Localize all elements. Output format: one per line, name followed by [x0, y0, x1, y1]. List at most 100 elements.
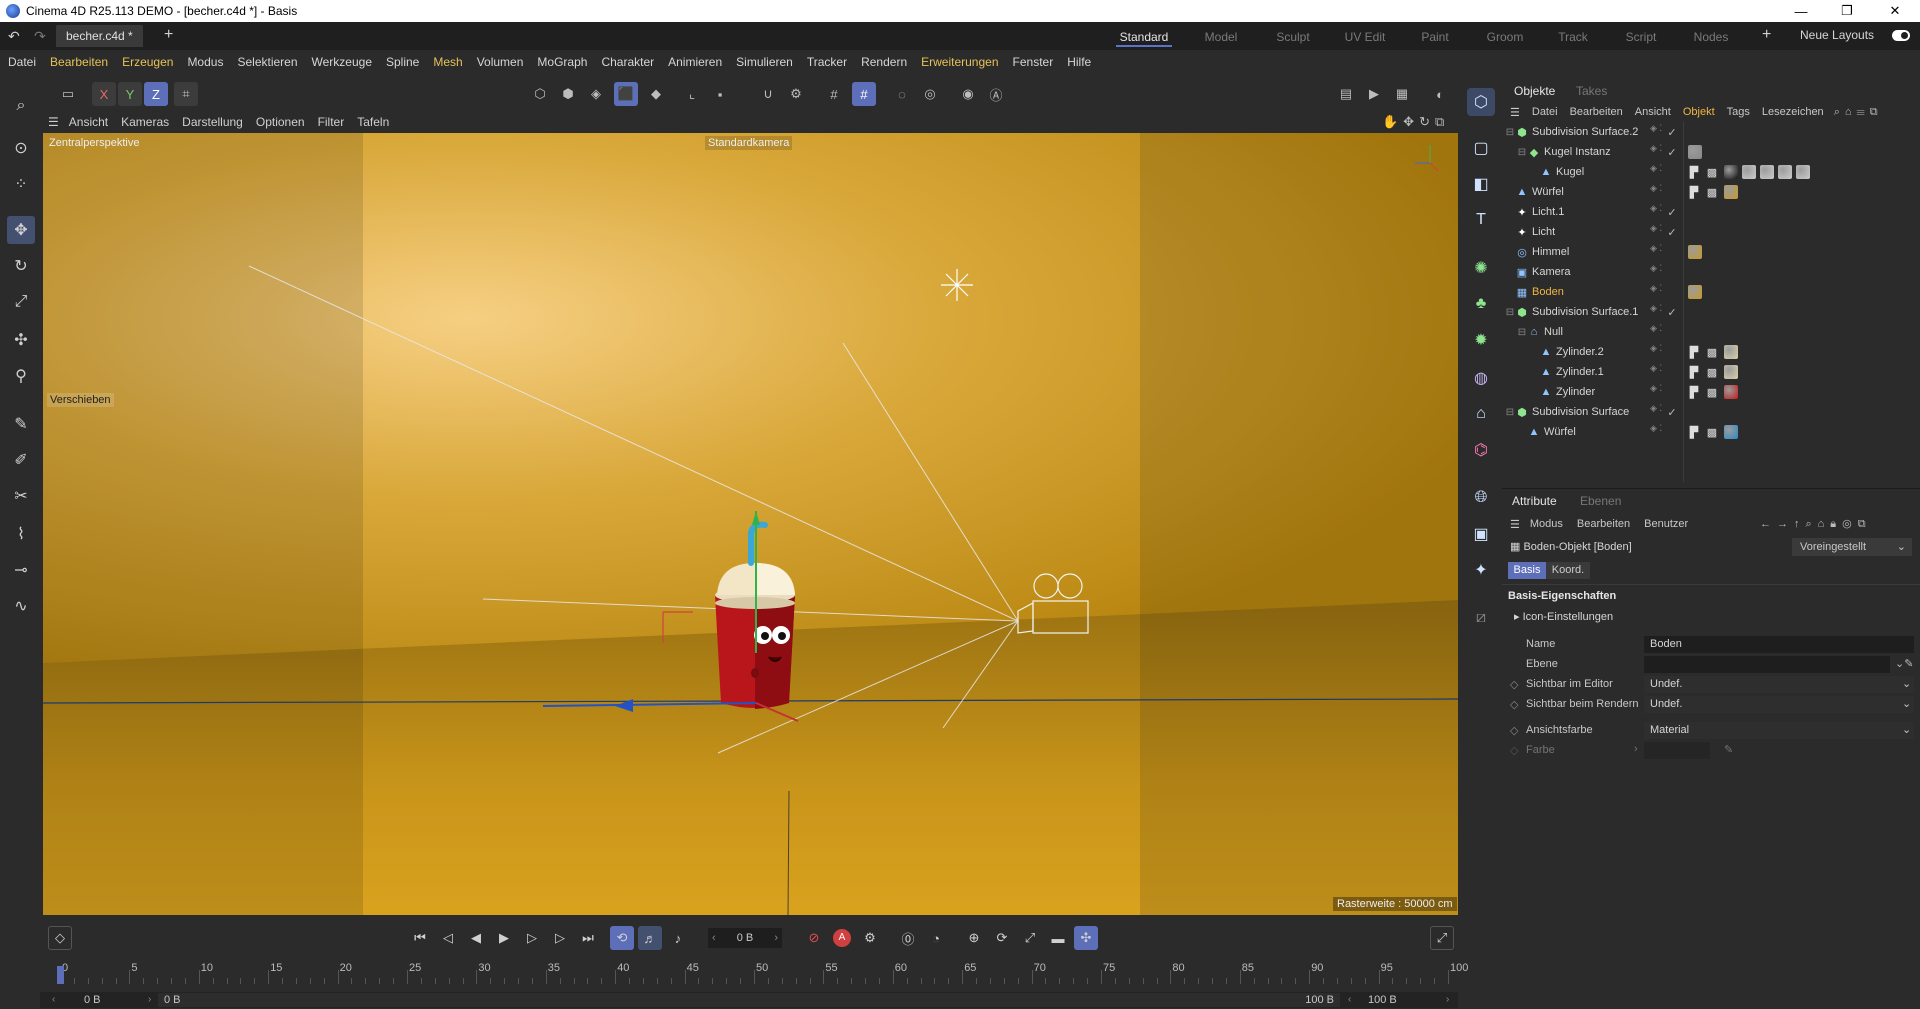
objects-menu-tags[interactable]: Tags — [1727, 106, 1750, 118]
object-row[interactable]: ▲ Zylinder.2 ◈ ⁚ ▛ ▩ — [1502, 342, 1920, 362]
material-tag-icon[interactable] — [1796, 165, 1810, 179]
current-frame-field[interactable]: ‹ 0 B › — [708, 928, 782, 948]
autokey-icon[interactable]: A — [830, 926, 854, 950]
keyframe-mode-icon[interactable]: ◇ — [48, 926, 72, 950]
pla-icon[interactable]: ◔ — [924, 926, 948, 950]
object-row[interactable]: ▦ Boden ◈ ⁚ — [1502, 282, 1920, 302]
enabled-check-icon[interactable]: ✓ — [1666, 226, 1678, 239]
visible-render-dropdown[interactable]: Undef. — [1644, 696, 1914, 713]
menu-rendern[interactable]: Rendern — [861, 55, 907, 69]
position-key-icon[interactable]: ⊕ — [962, 926, 986, 950]
redo-icon[interactable]: ↷ — [34, 28, 46, 45]
next-key-icon[interactable]: ▷ — [548, 926, 572, 950]
axis-y-button[interactable]: Y — [118, 82, 142, 106]
layout-tab-uv-edit[interactable]: UV Edit — [1336, 27, 1394, 47]
field-icon[interactable]: ◍ — [1467, 364, 1495, 392]
hamburger-icon[interactable]: ☰ — [1510, 106, 1520, 119]
null-object-icon[interactable]: ⌂ — [1467, 400, 1495, 428]
layout-tab-nodes[interactable]: Nodes — [1686, 27, 1736, 47]
material-tag-icon[interactable] — [1688, 145, 1702, 159]
render-icon[interactable]: ▶ — [1362, 82, 1386, 106]
rotate-tool-icon[interactable]: ↻ — [7, 252, 35, 280]
transform-tool-icon[interactable]: ✣ — [7, 326, 35, 354]
preset-dropdown[interactable]: Voreingestellt ⌄ — [1792, 538, 1912, 556]
placement-tool-icon[interactable]: ⚲ — [7, 362, 35, 390]
camera-create-icon[interactable]: ▣ — [1467, 520, 1495, 548]
spline-pen-icon[interactable]: ✎ — [7, 410, 35, 438]
viewport-menu-ansicht[interactable]: Ansicht — [69, 115, 108, 129]
workplane-icon[interactable]: ⌞ — [680, 82, 704, 106]
menu-werkzeuge[interactable]: Werkzeuge — [312, 55, 372, 69]
chevron-right-icon[interactable]: › — [1446, 994, 1449, 1005]
chevron-left-icon[interactable]: ‹ — [1348, 994, 1351, 1005]
phong-tag-icon[interactable]: ▛ — [1688, 186, 1700, 199]
visibility-dots-icon[interactable]: ◈ ⁚ — [1650, 184, 1670, 199]
knife-tool-icon[interactable]: ✂ — [7, 482, 35, 510]
edges-mode-icon[interactable]: ⬢ — [556, 82, 580, 106]
material-tag-icon[interactable] — [1724, 345, 1738, 359]
symmetry-icon[interactable]: ◌ — [890, 82, 914, 106]
objects-search-icons[interactable]: ⌕⌂☰⧉ — [1834, 106, 1883, 119]
sound-icon[interactable]: ♪ — [666, 926, 690, 950]
axis-z-button[interactable]: Z — [144, 82, 168, 106]
visibility-dots-icon[interactable]: ◈ ⁚ — [1650, 284, 1670, 299]
environment-icon[interactable]: 🌐︎ — [1467, 484, 1495, 512]
menu-bearbeiten[interactable]: Bearbeiten — [50, 55, 108, 69]
sculpt-tool-icon[interactable]: ∿ — [7, 592, 35, 620]
start-frame-field[interactable]: 0 B — [84, 994, 101, 1006]
collapse-icon[interactable]: ⊟ — [1504, 306, 1516, 318]
menu-selektieren[interactable]: Selektieren — [237, 55, 297, 69]
layout-tab-groom[interactable]: Groom — [1480, 27, 1530, 47]
uvw-tag-icon[interactable]: ▩ — [1706, 186, 1718, 199]
deformer-icon[interactable]: ✹ — [1467, 326, 1495, 354]
volume-icon[interactable]: ⧄ — [1467, 604, 1495, 632]
phong-tag-icon[interactable]: ▛ — [1688, 426, 1700, 439]
menu-spline[interactable]: Spline — [386, 55, 419, 69]
object-row[interactable]: ⊟ ⬢ Subdivision Surface.1 ◈ ⁚ ✓ — [1502, 302, 1920, 322]
loop-icon[interactable]: ⟲ — [610, 926, 634, 950]
material-tag-icon[interactable] — [1742, 165, 1756, 179]
picture-viewer-icon[interactable]: ◐ — [1428, 82, 1452, 106]
enabled-check-icon[interactable]: ✓ — [1666, 126, 1678, 139]
phong-tag-icon[interactable]: ▛ — [1688, 166, 1700, 179]
tab-objekte[interactable]: Objekte — [1514, 84, 1555, 98]
maximize-button[interactable]: ❐ — [1824, 0, 1870, 22]
live-select-icon[interactable]: ⁘ — [7, 170, 35, 198]
attributes-menu-modus[interactable]: Modus — [1530, 518, 1563, 530]
collapse-icon[interactable]: ⊟ — [1516, 326, 1528, 338]
collapse-icon[interactable]: ⊟ — [1504, 406, 1516, 418]
viewport-menu-kameras[interactable]: Kameras — [121, 115, 169, 129]
object-mode-icon[interactable]: ⬛ — [614, 82, 638, 106]
menu-erzeugen[interactable]: Erzeugen — [122, 55, 173, 69]
undo-icon[interactable]: ↶ — [8, 28, 20, 45]
visibility-dots-icon[interactable]: ◈ ⁚ — [1650, 244, 1670, 259]
preview-range-slider[interactable]: 0 B 100 B — [158, 993, 1340, 1007]
material-tag-icon[interactable] — [1724, 385, 1738, 399]
chevron-left-icon[interactable]: ‹ — [52, 994, 55, 1005]
enabled-check-icon[interactable]: ✓ — [1666, 146, 1678, 159]
model-mode-icon[interactable]: ▭ — [56, 82, 80, 106]
chevron-right-icon[interactable]: › — [774, 928, 778, 948]
menu-mesh[interactable]: Mesh — [433, 55, 462, 69]
generator-icon[interactable]: ✺ — [1467, 254, 1495, 282]
document-tab[interactable]: becher.c4d * — [56, 25, 143, 47]
object-row[interactable]: ▲ Würfel ◈ ⁚ ▛ ▩ — [1502, 422, 1920, 442]
layout-toggle[interactable] — [1892, 30, 1910, 41]
collapse-icon[interactable]: ⊟ — [1516, 146, 1528, 158]
scale-key-icon[interactable]: ⤢ — [1018, 926, 1042, 950]
visibility-dots-icon[interactable]: ◈ ⁚ — [1650, 264, 1670, 279]
visibility-dots-icon[interactable]: ◈ ⁚ — [1650, 164, 1670, 179]
viewport-menu-optionen[interactable]: Optionen — [256, 115, 305, 129]
play-icon[interactable]: ▶ — [492, 926, 516, 950]
objects-menu-bearbeiten[interactable]: Bearbeiten — [1570, 106, 1623, 118]
chevron-left-icon[interactable]: ‹ — [712, 928, 716, 948]
render-region-icon[interactable]: ▤ — [1334, 82, 1358, 106]
measure-tool-icon[interactable]: ⊸ — [7, 556, 35, 584]
layout-tab-track[interactable]: Track — [1550, 27, 1596, 47]
polygons-mode-icon[interactable]: ◈ — [584, 82, 608, 106]
menu-erweiterungen[interactable]: Erweiterungen — [921, 55, 998, 69]
end-frame-field[interactable]: 100 B — [1368, 994, 1397, 1006]
menu-mograph[interactable]: MoGraph — [537, 55, 587, 69]
lock-workplane-icon[interactable]: ◎ — [918, 82, 942, 106]
name-field[interactable]: Boden — [1644, 636, 1914, 653]
